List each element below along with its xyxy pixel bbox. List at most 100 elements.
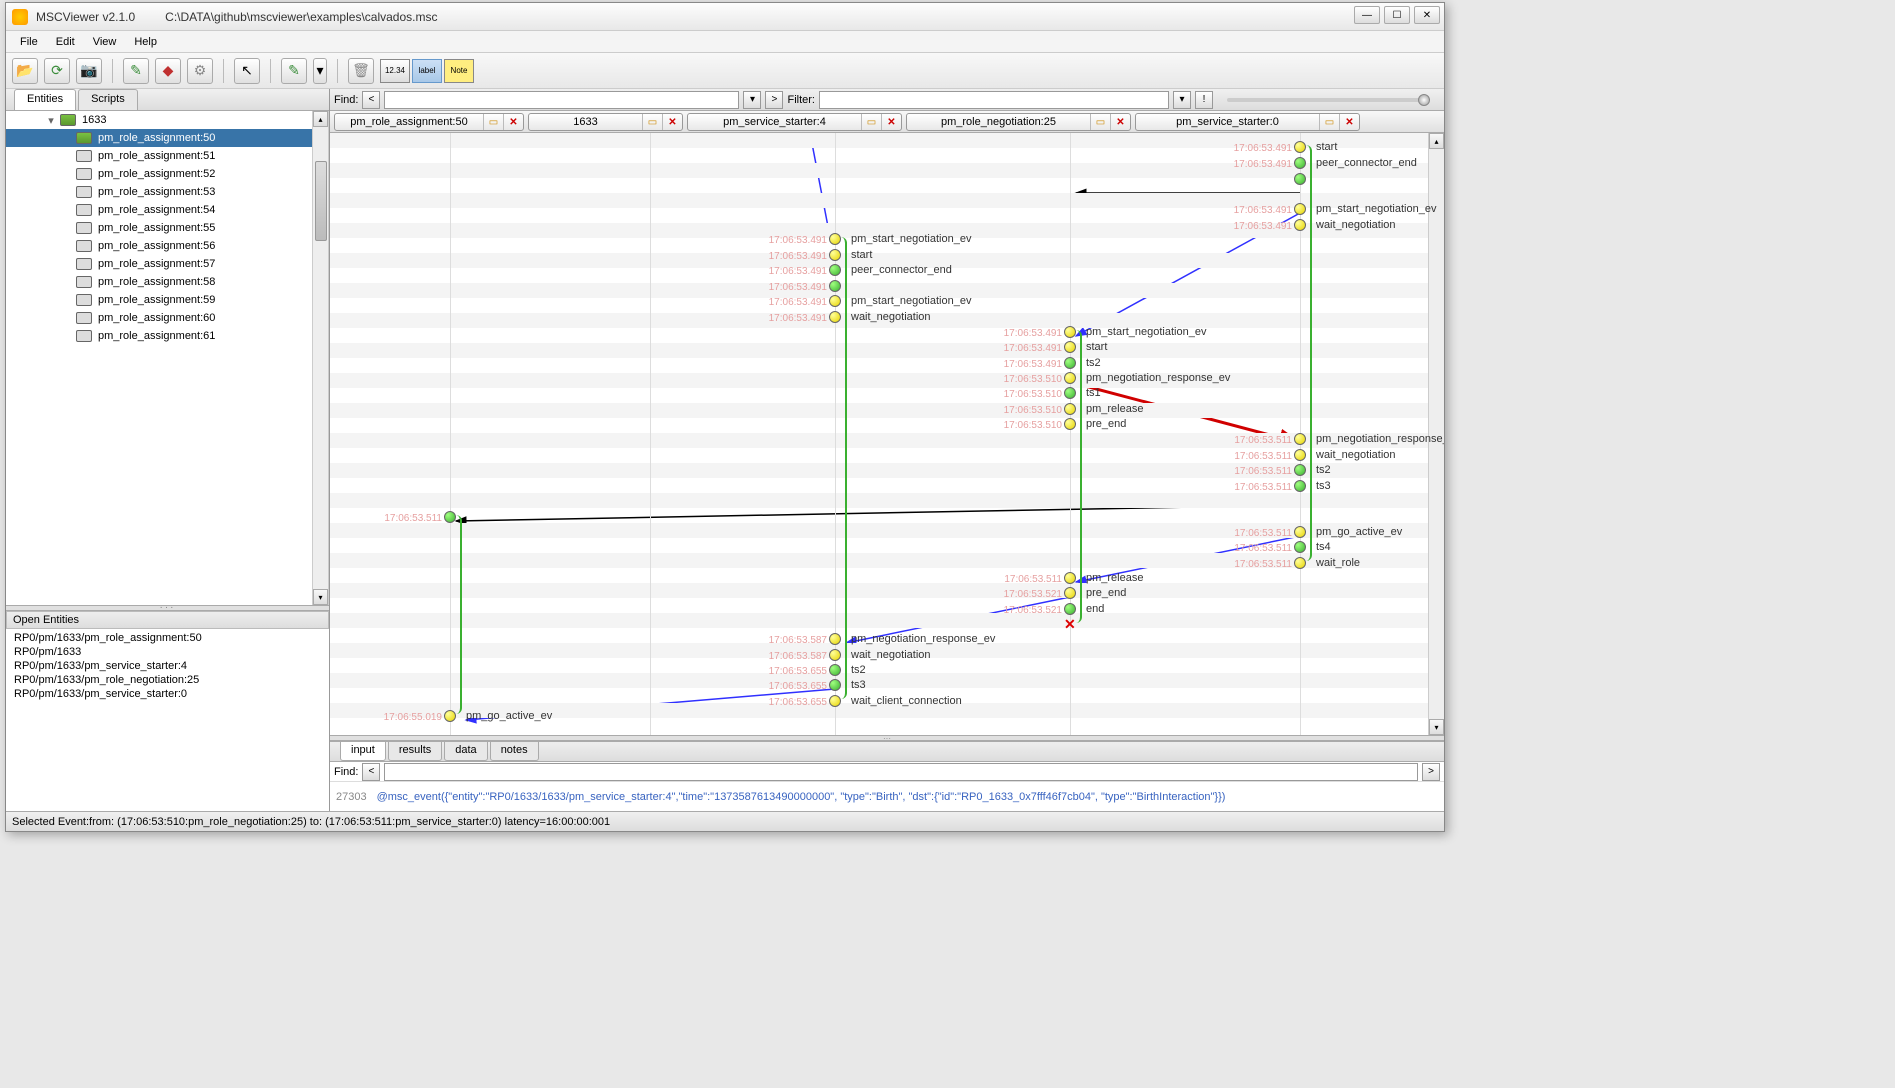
- lane-minimize-icon[interactable]: ▭: [483, 114, 503, 130]
- canvas-scroll-up-icon[interactable]: ▴: [1429, 133, 1444, 149]
- event-dot[interactable]: [829, 280, 841, 292]
- event-dot[interactable]: [1294, 433, 1306, 445]
- event-dot[interactable]: [1064, 372, 1076, 384]
- find-prev-button[interactable]: <: [362, 91, 380, 109]
- event-dot[interactable]: [1064, 572, 1076, 584]
- tree-item[interactable]: pm_role_assignment:52: [6, 165, 328, 183]
- entity-tree[interactable]: ▾ 1633 pm_role_assignment:50pm_role_assi…: [6, 111, 329, 605]
- filter-dropdown-icon[interactable]: ▾: [1173, 91, 1191, 109]
- tree-item[interactable]: pm_role_assignment:53: [6, 183, 328, 201]
- filter-apply-button[interactable]: !: [1195, 91, 1213, 109]
- event-dot[interactable]: [829, 695, 841, 707]
- tree-item[interactable]: pm_role_assignment:60: [6, 309, 328, 327]
- event-dot[interactable]: [829, 664, 841, 676]
- event-dot[interactable]: [444, 710, 456, 722]
- menu-edit[interactable]: Edit: [48, 33, 83, 51]
- highlighter-icon[interactable]: ✎: [281, 58, 307, 84]
- open-entity-item[interactable]: RP0/pm/1633/pm_service_starter:4: [14, 659, 321, 673]
- tree-item[interactable]: pm_role_assignment:57: [6, 255, 328, 273]
- tree-item[interactable]: pm_role_assignment:61: [6, 327, 328, 345]
- lane-minimize-icon[interactable]: ▭: [861, 114, 881, 130]
- zoom-slider[interactable]: [1227, 98, 1430, 102]
- event-dot[interactable]: [829, 311, 841, 323]
- tab-entities[interactable]: Entities: [14, 89, 76, 110]
- settings-icon[interactable]: ⚙: [187, 58, 213, 84]
- event-dot[interactable]: [1294, 557, 1306, 569]
- event-dot[interactable]: [1294, 526, 1306, 538]
- open-entity-item[interactable]: RP0/pm/1633/pm_service_starter:0: [14, 687, 321, 701]
- lane-close-icon[interactable]: ✕: [1339, 114, 1359, 130]
- event-dot[interactable]: [1064, 357, 1076, 369]
- collapse-icon[interactable]: ▾: [46, 114, 56, 127]
- msc-canvas[interactable]: ▴ ▾ 17:06:53.491start17:06:53.491peer_co…: [330, 133, 1444, 735]
- event-dot[interactable]: [829, 249, 841, 261]
- dropdown-icon[interactable]: ▾: [313, 58, 327, 84]
- event-dot[interactable]: [1064, 403, 1076, 415]
- event-dot[interactable]: [1294, 157, 1306, 169]
- console-find-next[interactable]: >: [1422, 763, 1440, 781]
- event-dot[interactable]: [829, 295, 841, 307]
- scroll-thumb[interactable]: [315, 161, 327, 241]
- event-dot[interactable]: [1064, 387, 1076, 399]
- zoom-thumb[interactable]: [1418, 94, 1430, 106]
- console-find-input[interactable]: [384, 763, 1418, 781]
- menu-help[interactable]: Help: [126, 33, 165, 51]
- tab-data[interactable]: data: [444, 742, 487, 761]
- lane-close-icon[interactable]: ✕: [662, 114, 682, 130]
- tree-item[interactable]: pm_role_assignment:51: [6, 147, 328, 165]
- open-entity-item[interactable]: RP0/pm/1633: [14, 645, 321, 659]
- console-line[interactable]: 27303 @msc_event({"entity":"RP0/1633/163…: [330, 782, 1444, 811]
- tab-scripts[interactable]: Scripts: [78, 89, 138, 110]
- event-dot[interactable]: [829, 679, 841, 691]
- tree-item[interactable]: pm_role_assignment:55: [6, 219, 328, 237]
- event-dot[interactable]: [1294, 219, 1306, 231]
- lane-close-icon[interactable]: ✕: [881, 114, 901, 130]
- menu-file[interactable]: File: [12, 33, 46, 51]
- lane-minimize-icon[interactable]: ▭: [1090, 114, 1110, 130]
- scroll-up-icon[interactable]: ▴: [313, 111, 328, 127]
- event-dot[interactable]: [829, 264, 841, 276]
- toggle-note[interactable]: Note: [444, 59, 474, 83]
- toggle-label[interactable]: label: [412, 59, 442, 83]
- event-dot[interactable]: [1294, 203, 1306, 215]
- lane-close-icon[interactable]: ✕: [1110, 114, 1130, 130]
- event-dot[interactable]: [1294, 480, 1306, 492]
- event-dot[interactable]: [1294, 541, 1306, 553]
- tree-item[interactable]: pm_role_assignment:50: [6, 129, 328, 147]
- menu-view[interactable]: View: [85, 33, 125, 51]
- event-dot[interactable]: [1294, 449, 1306, 461]
- refresh-icon[interactable]: ⟳: [44, 58, 70, 84]
- filter-input[interactable]: [819, 91, 1169, 109]
- tab-input[interactable]: input: [340, 742, 386, 761]
- open-entity-item[interactable]: RP0/pm/1633/pm_role_negotiation:25: [14, 673, 321, 687]
- maximize-button[interactable]: ☐: [1384, 6, 1410, 24]
- tree-item[interactable]: pm_role_assignment:59: [6, 291, 328, 309]
- trash-icon[interactable]: 🗑: [348, 58, 374, 84]
- event-dot[interactable]: [1064, 341, 1076, 353]
- open-entity-item[interactable]: RP0/pm/1633/pm_role_assignment:50: [14, 631, 321, 645]
- scroll-down-icon[interactable]: ▾: [313, 589, 328, 605]
- lane-close-icon[interactable]: ✕: [503, 114, 523, 130]
- event-dot[interactable]: [1064, 326, 1076, 338]
- event-dot[interactable]: [444, 511, 456, 523]
- lane-minimize-icon[interactable]: ▭: [1319, 114, 1339, 130]
- lane-minimize-icon[interactable]: ▭: [642, 114, 662, 130]
- marker-icon[interactable]: ✎: [123, 58, 149, 84]
- event-dot[interactable]: [829, 649, 841, 661]
- find-dropdown-icon[interactable]: ▾: [743, 91, 761, 109]
- tree-scrollbar[interactable]: ▴ ▾: [312, 111, 328, 605]
- find-input[interactable]: [384, 91, 739, 109]
- tree-item[interactable]: pm_role_assignment:58: [6, 273, 328, 291]
- open-file-icon[interactable]: 📂: [12, 58, 38, 84]
- event-dot[interactable]: [1294, 141, 1306, 153]
- tree-item[interactable]: pm_role_assignment:54: [6, 201, 328, 219]
- tree-item[interactable]: pm_role_assignment:56: [6, 237, 328, 255]
- delete-marker-icon[interactable]: ◆: [155, 58, 181, 84]
- event-dot[interactable]: [829, 233, 841, 245]
- event-dot[interactable]: [1064, 587, 1076, 599]
- cursor-tool-icon[interactable]: ↖: [234, 58, 260, 84]
- event-dot[interactable]: [1064, 418, 1076, 430]
- event-dot[interactable]: [829, 633, 841, 645]
- canvas-scroll-down-icon[interactable]: ▾: [1429, 719, 1444, 735]
- toggle-timestamp[interactable]: 12.34: [380, 59, 410, 83]
